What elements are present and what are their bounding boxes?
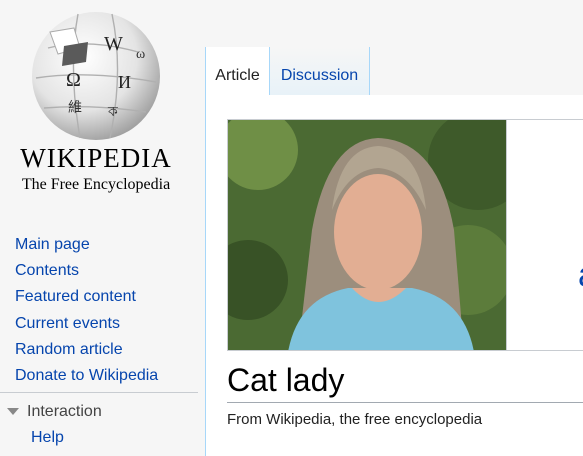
article-photo[interactable]: [227, 119, 507, 351]
collapse-arrow-icon: [7, 408, 19, 416]
interaction-heading: Interaction: [27, 403, 102, 420]
sidebar-item-contents[interactable]: Contents: [15, 258, 195, 284]
svg-text:Ω: Ω: [66, 69, 81, 91]
interaction-toggle[interactable]: Interaction: [7, 403, 102, 421]
sidebar-item-current-events[interactable]: Current events: [15, 311, 195, 337]
wikipedia-wordmark: WIKIPEDIA The Free Encyclopedia: [0, 142, 192, 195]
svg-text:ω: ω: [136, 47, 145, 62]
sidebar-navigation: Main page Contents Featured content Curr…: [15, 232, 195, 389]
wikipedia-logo[interactable]: W Ω И 維 ক ω WIKIPEDIA The Free Encyclope…: [0, 0, 205, 205]
wikipedia-globe-icon: W Ω И 維 ক ω: [32, 12, 160, 140]
svg-text:ক: ক: [107, 105, 118, 120]
svg-text:И: И: [118, 72, 131, 92]
adjacent-image-frame: a: [507, 119, 583, 351]
tab-bar-rule: [370, 47, 583, 96]
portrait-image: [228, 120, 506, 350]
sidebar-item-random-article[interactable]: Random article: [15, 337, 195, 363]
tab-article[interactable]: Article: [205, 47, 270, 96]
title-divider: [227, 402, 583, 403]
wordmark-title: WIKIPEDIA: [20, 143, 172, 173]
article-content: a Cat lady From Wikipedia, the free ency…: [205, 95, 583, 456]
site-subtitle: From Wikipedia, the free encyclopedia: [227, 411, 483, 428]
page-title: Cat lady: [227, 362, 345, 398]
page-tabs: Article Discussion: [205, 0, 583, 96]
svg-text:維: 維: [68, 100, 82, 116]
sidebar-item-featured-content[interactable]: Featured content: [15, 284, 195, 310]
sidebar-interaction-portal: Interaction Help: [0, 392, 198, 446]
partial-text: a: [578, 256, 583, 295]
tab-discussion[interactable]: Discussion: [270, 47, 370, 96]
svg-text:W: W: [104, 33, 123, 55]
sidebar-item-help[interactable]: Help: [31, 429, 64, 447]
sidebar-item-main-page[interactable]: Main page: [15, 232, 195, 258]
sidebar-item-donate[interactable]: Donate to Wikipedia: [15, 363, 195, 389]
wordmark-tagline: The Free Encyclopedia: [21, 176, 171, 193]
